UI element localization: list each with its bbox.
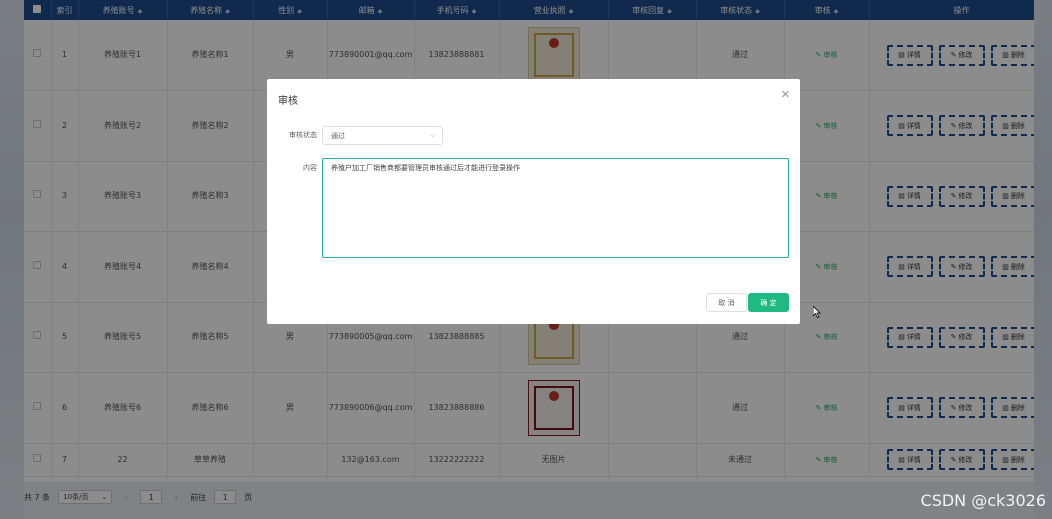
status-form-row: 审核状态 通过 ⌄ [267, 126, 800, 145]
watermark: CSDN @ck3026 [920, 491, 1046, 510]
status-select[interactable]: 通过 ⌄ [322, 126, 443, 145]
status-label: 审核状态 [289, 131, 317, 139]
mouse-cursor-icon [813, 306, 821, 318]
dialog-title: 审核 [278, 96, 298, 107]
close-icon[interactable]: ✕ [781, 88, 790, 101]
confirm-button[interactable]: 确 定 [748, 293, 789, 312]
content-label: 内容 [303, 164, 317, 172]
chevron-down-icon: ⌄ [429, 130, 436, 139]
audit-dialog: 审核 ✕ 审核状态 通过 ⌄ 内容 养殖户加工厂销售商都要管理员审核通过后才能进… [267, 79, 800, 324]
cancel-button[interactable]: 取 消 [706, 293, 747, 312]
content-textarea[interactable]: 养殖户加工厂销售商都要管理员审核通过后才能进行登录操作 [322, 158, 789, 258]
